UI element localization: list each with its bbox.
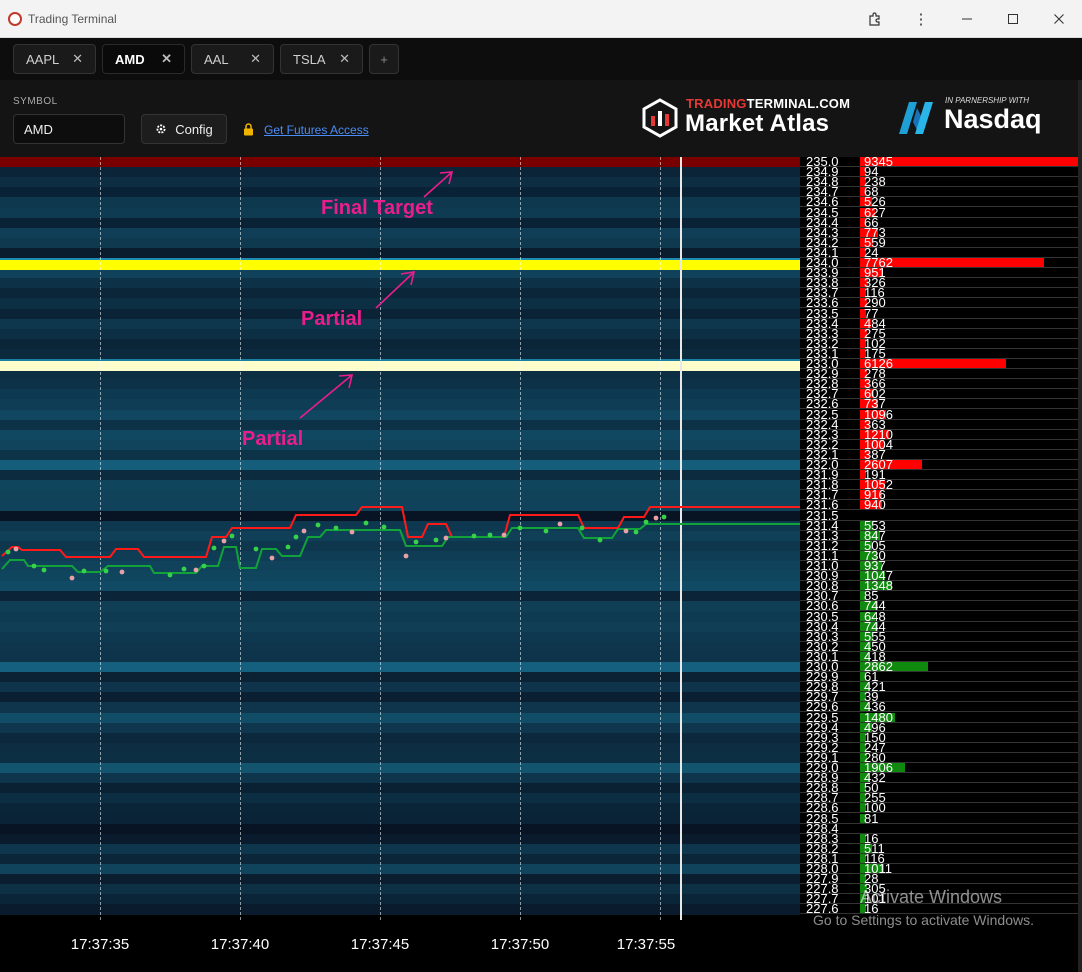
toolbar-header: SYMBOL Config Get Futures Access TRADING… — [0, 80, 1082, 157]
more-vertical-icon[interactable]: ⋮ — [898, 0, 944, 38]
lock-icon — [243, 123, 254, 139]
tab-amd[interactable]: AMD ✕ — [102, 44, 185, 74]
trading-terminal-logo-icon — [642, 98, 678, 138]
order-book-ladder[interactable]: 235.0 9345 234.9 94 234.8 238 234.7 68 234.6 526 2… — [800, 157, 1082, 920]
window-titlebar: Trading Terminal ⋮ — [0, 0, 1082, 38]
arrow-final-target — [423, 171, 454, 198]
resting-volume: 940 — [864, 497, 886, 513]
annotation-arrows — [299, 171, 454, 419]
heatmap-chart[interactable]: Final Target Partial Partial — [0, 157, 800, 920]
close-icon[interactable]: ✕ — [161, 51, 172, 67]
gear-icon — [156, 124, 166, 134]
tab-label: TSLA — [293, 51, 326, 67]
brand-name: Market Atlas — [685, 110, 830, 137]
tab-aapl[interactable]: AAPL ✕ — [13, 44, 96, 74]
activate-windows-subtitle: Go to Settings to activate Windows. — [813, 912, 1034, 928]
window-controls: ⋮ — [852, 0, 1082, 38]
vertical-scrollbar[interactable] — [1078, 80, 1082, 972]
tab-label: AAPL — [26, 51, 60, 67]
close-icon[interactable]: ✕ — [339, 51, 350, 67]
partner-name: Nasdaq — [944, 104, 1042, 134]
symbol-input[interactable] — [13, 114, 125, 144]
market-atlas-brand: TRADINGTERMINAL.COM Market Atlas — [640, 96, 890, 140]
ask-volume-bar — [860, 157, 1082, 166]
nasdaq-logo-icon — [899, 102, 933, 134]
brand-domain: TRADINGTERMINAL.COM — [686, 96, 851, 111]
window-title: Trading Terminal — [28, 11, 117, 26]
puzzle-icon[interactable] — [852, 0, 898, 38]
tab-tsla[interactable]: TSLA ✕ — [280, 44, 363, 74]
app-logo-icon — [8, 11, 22, 26]
maximize-button[interactable] — [990, 0, 1036, 38]
add-tab-button[interactable]: + — [369, 44, 399, 74]
resting-volume: 81 — [864, 810, 879, 826]
arrow-partial-upper — [375, 271, 416, 309]
tab-label: AAL — [204, 51, 229, 67]
time-tick-label: 17:37:55 — [616, 936, 676, 953]
symbol-tab-bar: AAPL ✕ AMD ✕ AAL ✕ TSLA ✕ + — [0, 38, 1082, 80]
time-tick-label: 17:37:35 — [70, 936, 130, 953]
close-window-button[interactable] — [1036, 0, 1082, 38]
tab-label: AMD — [115, 51, 145, 67]
trading-terminal-window: Trading Terminal ⋮ AAPL ✕ AMD ✕ AAL ✕ TS… — [0, 0, 1082, 972]
tab-aal[interactable]: AAL ✕ — [191, 44, 274, 74]
close-icon[interactable]: ✕ — [72, 51, 83, 67]
activate-windows-title: Activate Windows — [860, 887, 1003, 907]
minimize-button[interactable] — [944, 0, 990, 38]
nasdaq-partner-brand: IN PARNERSHIP WITH Nasdaq — [895, 96, 1055, 140]
time-tick-label: 17:37:40 — [210, 936, 270, 953]
time-tick-label: 17:37:50 — [490, 936, 550, 953]
arrow-partial-lower — [299, 374, 354, 419]
close-icon[interactable]: ✕ — [250, 51, 261, 67]
symbol-label: SYMBOL — [13, 96, 58, 107]
get-futures-access-link[interactable]: Get Futures Access — [264, 123, 369, 137]
config-button[interactable]: Config — [141, 114, 227, 144]
time-tick-label: 17:37:45 — [350, 936, 410, 953]
config-label: Config — [175, 121, 213, 137]
